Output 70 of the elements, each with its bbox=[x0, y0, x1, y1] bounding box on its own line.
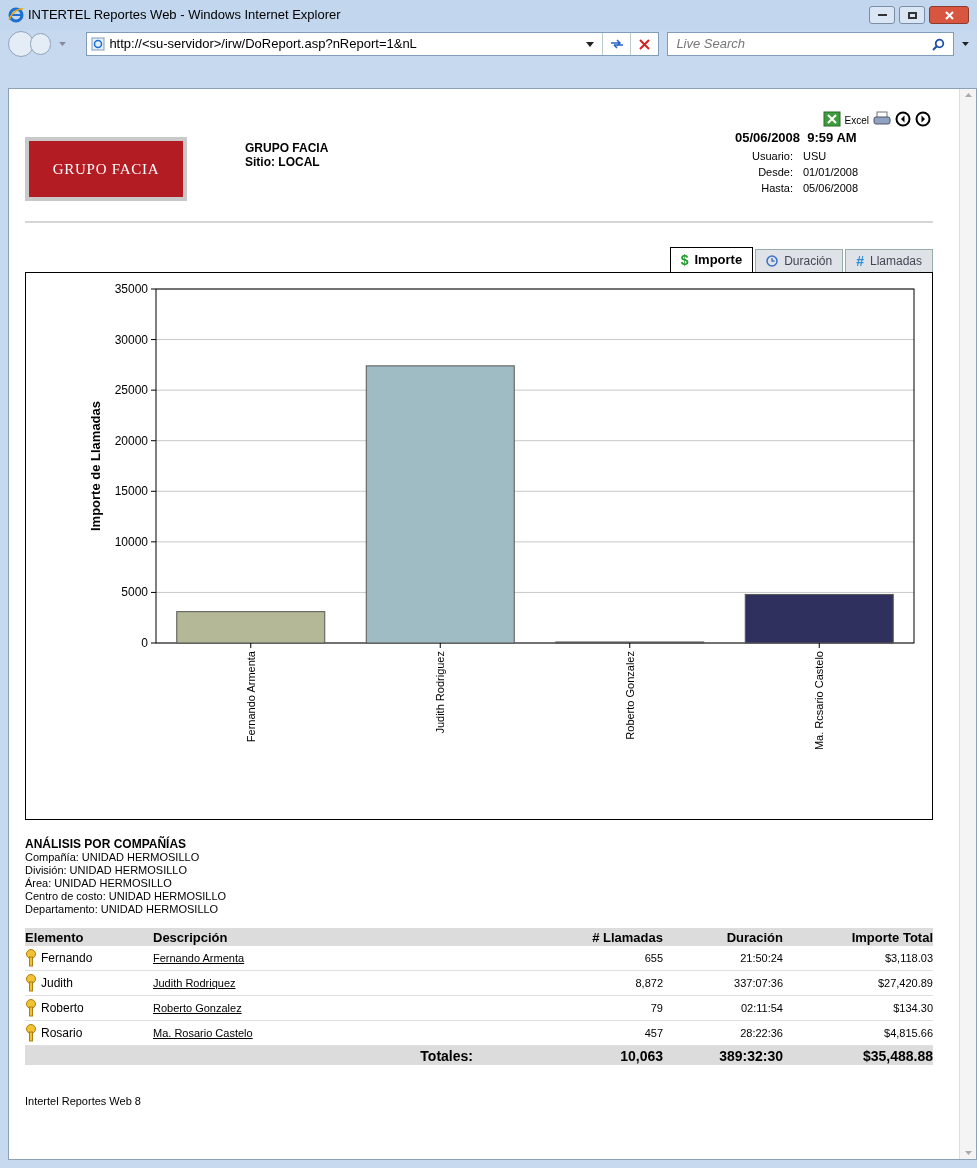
analysis-line: Centro de costo: UNIDAD HERMOSILLO bbox=[25, 890, 228, 903]
table-cell-text: $35,488.88 bbox=[861, 1047, 933, 1066]
window-title: INTERTEL Reportes Web - Windows Internet Explorer bbox=[28, 6, 342, 25]
search-field[interactable]: Live Search bbox=[667, 32, 955, 56]
hash-icon: # bbox=[856, 250, 864, 272]
y-tick-label: 15000 bbox=[114, 484, 148, 499]
y-tick-label: 25000 bbox=[114, 383, 148, 398]
x-category-label: Roberto Gonzalez bbox=[623, 651, 636, 740]
company-logo: GRUPO FACIA bbox=[25, 137, 187, 201]
dollar-icon: $ bbox=[680, 249, 689, 271]
y-tick-label: 30000 bbox=[114, 332, 148, 347]
y-tick-label: 20000 bbox=[114, 433, 148, 448]
meta-label: Desde: bbox=[757, 164, 793, 180]
table-cell-text: $134.30 bbox=[892, 1000, 933, 1016]
chart-tab[interactable]: $ Importe bbox=[669, 247, 754, 272]
table-cell-text: Fernando bbox=[41, 950, 93, 967]
x-category-label: Fernando Armenta bbox=[244, 651, 257, 743]
address-field[interactable]: http://<su-servidor>/irw/DoReport.asp?nReport=1&nL bbox=[86, 32, 660, 56]
y-tick-label: 35000 bbox=[114, 282, 148, 296]
chart-tab[interactable]: Duración bbox=[755, 249, 844, 272]
table-cell-text: Judith bbox=[41, 975, 74, 992]
meta-label: Usuario: bbox=[751, 148, 793, 164]
table-cell-text: $27,420.89 bbox=[876, 975, 933, 991]
table-cell-text: 21:50:24 bbox=[739, 950, 783, 966]
table-cell-text: Rosario bbox=[41, 1025, 83, 1042]
x-category-label: Ma. Rcsario Castelo bbox=[813, 651, 826, 751]
y-tick-label: 5000 bbox=[121, 585, 148, 600]
analysis-title: ANÁLISIS POR COMPAÑÍAS bbox=[25, 838, 188, 851]
table-cell-text: 10,063 bbox=[619, 1047, 663, 1066]
description-link[interactable]: Ma. Rosario Castelo bbox=[153, 1026, 253, 1039]
column-header: Importe Total bbox=[850, 929, 933, 947]
meta-value: 05/06/2008 bbox=[803, 180, 860, 196]
footer-text: Intertel Reportes Web 8 bbox=[25, 1094, 142, 1109]
column-header: Elemento bbox=[25, 929, 85, 947]
analysis-line: Compañía: UNIDAD HERMOSILLO bbox=[25, 851, 201, 864]
y-tick-label: 10000 bbox=[114, 534, 148, 549]
site-label: Sitio: LOCAL bbox=[245, 155, 321, 169]
meta-value: 01/01/2008 bbox=[803, 164, 860, 180]
report-datetime: 05/06/2008 9:59 AM bbox=[735, 129, 857, 147]
table-cell-text: 8,872 bbox=[634, 975, 663, 991]
table-cell-text: 389:32:30 bbox=[718, 1047, 783, 1066]
chart-tab[interactable]: # Llamadas bbox=[845, 249, 933, 272]
totals-label: Totales: bbox=[419, 1047, 474, 1066]
table-cell-text: 28:22:36 bbox=[739, 1025, 783, 1041]
table-cell-text: 79 bbox=[649, 1000, 663, 1016]
meta-label: Hasta: bbox=[760, 180, 793, 196]
table-cell-text: 457 bbox=[643, 1025, 663, 1041]
analysis-line: Área: UNIDAD HERMOSILLO bbox=[25, 877, 173, 890]
analysis-line: División: UNIDAD HERMOSILLO bbox=[25, 864, 188, 877]
y-tick-label: 0 bbox=[141, 636, 148, 650]
description-link[interactable]: Judith Rodriquez bbox=[153, 976, 236, 989]
table-cell-text: 655 bbox=[643, 950, 663, 966]
description-link[interactable]: Roberto Gonzalez bbox=[153, 1001, 242, 1014]
table-cell-text: 337:07:36 bbox=[733, 975, 783, 991]
analysis-line: Departamento: UNIDAD HERMOSILLO bbox=[25, 903, 220, 916]
excel-link[interactable]: Excel bbox=[844, 113, 869, 128]
table-cell-text: Roberto bbox=[41, 1000, 84, 1017]
search-placeholder: Live Search bbox=[676, 35, 747, 54]
table-cell-text: $4,815.66 bbox=[883, 1025, 933, 1041]
table-cell-text: 02:11:54 bbox=[740, 1000, 783, 1016]
description-link[interactable]: Fernando Armenta bbox=[153, 951, 245, 964]
meta-value: USU bbox=[803, 148, 828, 164]
y-axis-title: Importe de Llamadas bbox=[88, 401, 103, 531]
column-header: # Llamadas bbox=[591, 929, 663, 947]
table-cell-text: $3,118.03 bbox=[883, 950, 933, 966]
company-name: GRUPO FACIA bbox=[245, 141, 329, 155]
column-header: Descripción bbox=[153, 929, 229, 947]
url-text: http://<su-servidor>/irw/DoReport.asp?nReport=1&nL bbox=[109, 35, 418, 54]
x-category-label: Judith Rodriguez bbox=[434, 651, 447, 734]
column-header: Duración bbox=[725, 929, 783, 947]
